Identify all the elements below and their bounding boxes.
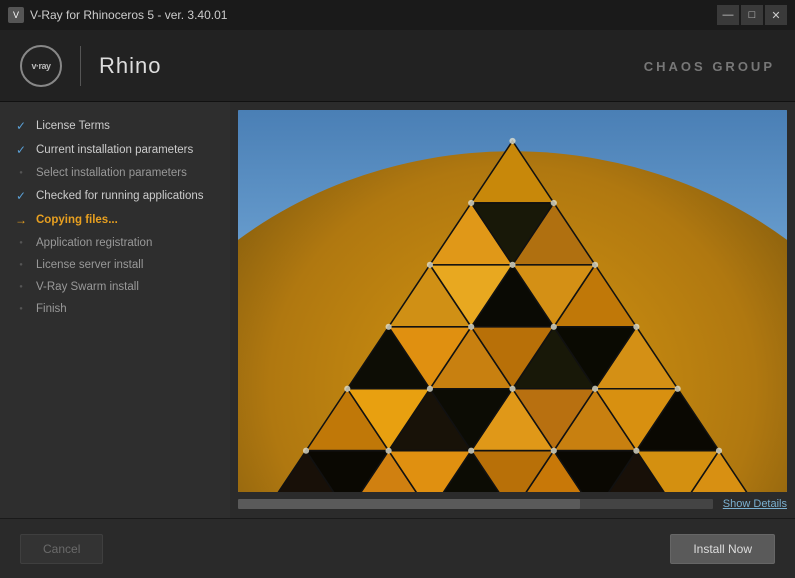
vray-circle-text: v·ray: [31, 61, 50, 71]
step-icon-app-registration: ●: [14, 240, 28, 246]
vray-logo: v·ray: [20, 45, 62, 87]
chaos-group-logo: CHAOS GROUP: [644, 55, 775, 76]
progress-track: [238, 499, 713, 509]
step-icon-select-params: ●: [14, 170, 28, 176]
step-icon-license-server: ●: [14, 262, 28, 268]
step-label-license-server: License server install: [36, 259, 143, 271]
step-label-current-params: Current installation parameters: [36, 144, 193, 156]
sidebar-step-vray-swarm: ● V-Ray Swarm install: [0, 276, 230, 298]
step-label-app-registration: Application registration: [36, 237, 152, 249]
product-name: Rhino: [99, 53, 161, 79]
sidebar-step-license-server: ● License server install: [0, 254, 230, 276]
close-button[interactable]: ✕: [765, 5, 787, 25]
step-label-copying-files: Copying files...: [36, 214, 118, 226]
step-icon-current-params: ✓: [14, 143, 28, 157]
image-area: Show Details: [230, 102, 795, 518]
title-bar: V V-Ray for Rhinoceros 5 - ver. 3.40.01 …: [0, 0, 795, 30]
minimize-button[interactable]: —: [717, 5, 739, 25]
header: v·ray Rhino CHAOS GROUP: [0, 30, 795, 102]
step-label-vray-swarm: V-Ray Swarm install: [36, 281, 139, 293]
step-icon-finish: ●: [14, 306, 28, 312]
footer: Cancel Install Now: [0, 518, 795, 578]
vray-circle-logo: v·ray: [20, 45, 62, 87]
step-icon-license-terms: ✓: [14, 119, 28, 133]
window-controls: — □ ✕: [717, 5, 787, 25]
sidebar-step-app-registration: ● Application registration: [0, 232, 230, 254]
maximize-button[interactable]: □: [741, 5, 763, 25]
sidebar-step-finish: ● Finish: [0, 298, 230, 320]
sidebar-step-check-running: ✓ Checked for running applications: [0, 184, 230, 208]
header-divider: [80, 46, 81, 86]
sidebar: ✓ License Terms ✓ Current installation para…: [0, 102, 230, 518]
show-details-link[interactable]: Show Details: [723, 498, 787, 510]
progress-fill: [238, 499, 580, 509]
step-icon-vray-swarm: ●: [14, 284, 28, 290]
progress-row: Show Details: [238, 492, 787, 510]
main-content: ✓ License Terms ✓ Current installation para…: [0, 102, 795, 518]
product-image: [238, 110, 787, 492]
sidebar-step-license-terms: ✓ License Terms: [0, 114, 230, 138]
install-now-button[interactable]: Install Now: [670, 534, 775, 564]
step-label-license-terms: License Terms: [36, 120, 110, 132]
step-icon-check-running: ✓: [14, 189, 28, 203]
window-title: V-Ray for Rhinoceros 5 - ver. 3.40.01: [30, 8, 717, 22]
sidebar-step-select-params: ● Select installation parameters: [0, 162, 230, 184]
geodesic-graphic: [238, 110, 787, 492]
step-label-check-running: Checked for running applications: [36, 190, 204, 202]
step-label-finish: Finish: [36, 303, 67, 315]
step-icon-copying-files: →: [14, 213, 28, 227]
cancel-button[interactable]: Cancel: [20, 534, 103, 564]
sidebar-step-current-params: ✓ Current installation parameters: [0, 138, 230, 162]
sidebar-step-copying-files: → Copying files...: [0, 208, 230, 232]
step-label-select-params: Select installation parameters: [36, 167, 187, 179]
app-icon: V: [8, 7, 24, 23]
